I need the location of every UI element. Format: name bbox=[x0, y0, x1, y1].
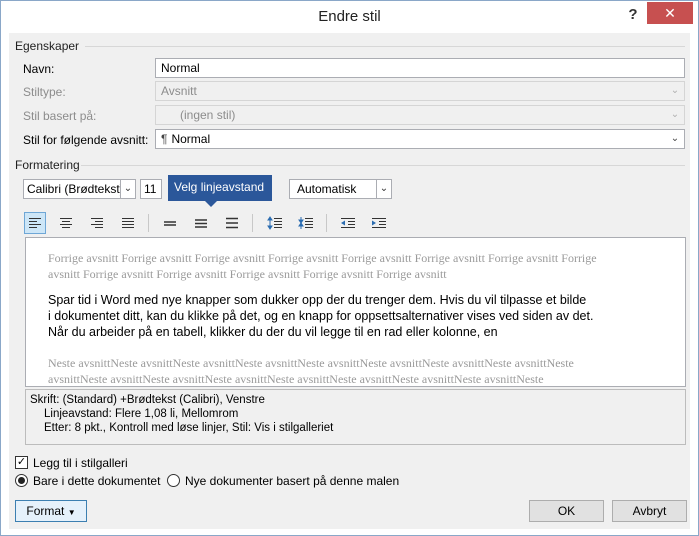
decrease-indent-icon bbox=[341, 218, 355, 228]
single-spacing-icon bbox=[164, 221, 176, 226]
style-type-select: Avsnitt ⌄ bbox=[155, 81, 685, 101]
name-input[interactable]: Normal bbox=[155, 58, 685, 78]
properties-section-label: Egenskaper bbox=[15, 39, 80, 53]
title-bar: Endre stil ? ✕ bbox=[1, 1, 698, 33]
next-style-label: Stil for følgende avsnitt: bbox=[23, 133, 149, 147]
one-half-spacing-button[interactable] bbox=[190, 212, 212, 234]
add-to-gallery-checkbox[interactable]: ✓ bbox=[15, 456, 28, 469]
help-button[interactable]: ? bbox=[621, 4, 645, 26]
align-left-button[interactable] bbox=[24, 212, 46, 234]
double-spacing-icon bbox=[226, 217, 238, 229]
chevron-down-icon: ⌄ bbox=[670, 85, 680, 96]
toolbar-separator bbox=[148, 214, 149, 232]
close-button[interactable]: ✕ bbox=[647, 2, 693, 24]
style-preview: Forrige avsnitt Forrige avsnitt Forrige … bbox=[25, 237, 686, 387]
formatting-divider bbox=[81, 165, 685, 166]
space-before-increase-icon bbox=[267, 216, 282, 230]
next-style-select[interactable]: ¶ Normal ⌄ bbox=[155, 129, 685, 149]
ok-button[interactable]: OK bbox=[529, 500, 604, 522]
increase-indent-icon bbox=[372, 218, 386, 228]
chevron-down-icon[interactable]: ⌄ bbox=[376, 180, 391, 198]
properties-divider bbox=[85, 46, 685, 47]
tooltip-arrow bbox=[205, 201, 217, 207]
format-button[interactable]: Format ▼ bbox=[15, 500, 87, 522]
align-center-icon bbox=[60, 218, 72, 228]
double-spacing-button[interactable] bbox=[221, 212, 243, 234]
decrease-indent-button[interactable] bbox=[337, 212, 359, 234]
font-color-select[interactable]: Automatisk ⌄ bbox=[289, 179, 392, 199]
space-before-increase-button[interactable] bbox=[264, 212, 286, 234]
cancel-button[interactable]: Avbryt bbox=[612, 500, 687, 522]
based-on-label: Stil basert på: bbox=[23, 109, 97, 123]
align-center-button[interactable] bbox=[55, 212, 77, 234]
align-right-icon bbox=[91, 218, 103, 228]
next-paragraph-preview: Neste avsnittNeste avsnittNeste avsnittN… bbox=[48, 356, 574, 386]
only-this-document-radio[interactable] bbox=[15, 474, 28, 487]
toolbar-separator bbox=[252, 214, 253, 232]
align-left-icon bbox=[29, 218, 41, 228]
chevron-down-icon[interactable]: ⌄ bbox=[668, 132, 682, 146]
modify-style-dialog: Endre stil ? ✕ Egenskaper Navn: Normal S… bbox=[0, 0, 699, 536]
space-before-decrease-button[interactable] bbox=[295, 212, 317, 234]
increase-indent-button[interactable] bbox=[368, 212, 390, 234]
justify-icon bbox=[122, 218, 134, 228]
toolbar-separator bbox=[326, 214, 327, 232]
single-spacing-button[interactable] bbox=[159, 212, 181, 234]
pilcrow-icon: ¶ bbox=[161, 132, 168, 146]
font-size-select[interactable]: 11 bbox=[140, 179, 162, 199]
dialog-title: Endre stil bbox=[318, 8, 381, 25]
style-type-label: Stiltype: bbox=[23, 85, 66, 99]
based-on-select: (ingen stil) ⌄ bbox=[155, 105, 685, 125]
dropdown-arrow-icon: ▼ bbox=[67, 508, 76, 517]
chevron-down-icon: ⌄ bbox=[670, 109, 680, 120]
justify-button[interactable] bbox=[117, 212, 139, 234]
previous-paragraph-preview: Forrige avsnitt Forrige avsnitt Forrige … bbox=[48, 251, 597, 281]
dialog-content: Egenskaper Navn: Normal Stiltype: Avsnit… bbox=[9, 33, 690, 529]
formatting-section-label: Formatering bbox=[15, 158, 80, 172]
add-to-gallery-label[interactable]: Legg til i stilgalleri bbox=[33, 456, 128, 470]
name-label: Navn: bbox=[23, 62, 55, 76]
space-before-decrease-icon bbox=[298, 217, 313, 229]
align-right-button[interactable] bbox=[86, 212, 108, 234]
line-spacing-tooltip: Velg linjeavstand bbox=[168, 175, 272, 201]
only-this-document-label[interactable]: Bare i dette dokumentet bbox=[33, 474, 160, 488]
new-documents-label[interactable]: Nye dokumenter basert på denne malen bbox=[185, 474, 399, 488]
one-half-spacing-icon bbox=[195, 219, 207, 228]
style-description: Skrift: (Standard) +Brødtekst (Calibri),… bbox=[25, 389, 686, 445]
current-paragraph-preview: Spar tid i Word med nye knapper som dukk… bbox=[48, 293, 594, 339]
chevron-down-icon[interactable]: ⌄ bbox=[120, 180, 135, 198]
new-documents-radio[interactable] bbox=[167, 474, 180, 487]
font-select[interactable]: Calibri (Brødtekst) ⌄ bbox=[23, 179, 136, 199]
